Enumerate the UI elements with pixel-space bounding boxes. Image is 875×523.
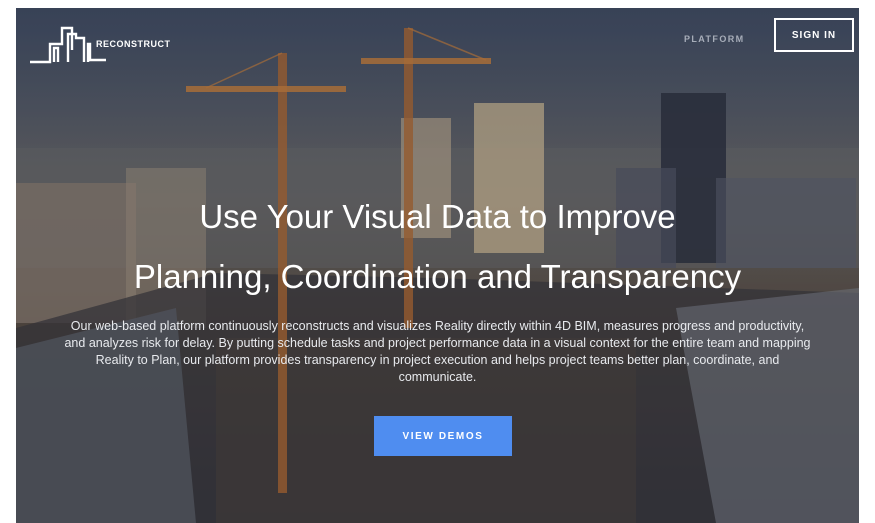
hero-headline-line2: Planning, Coordination and Transparency [133,258,742,295]
logo-wordmark[interactable]: RECONSTRUCT [96,39,171,49]
hero-description: Our web-based platform continuously reco… [64,319,811,384]
hero-headline-line1: Use Your Visual Data to Improve [199,198,676,235]
hero-section: RECONSTRUCT PLATFORM SIGN IN Use Your Vi… [16,8,859,523]
view-demos-button[interactable]: VIEW DEMOS [374,416,512,456]
sign-in-button[interactable]: SIGN IN [774,18,854,52]
nav-link-platform[interactable]: PLATFORM [684,34,745,44]
